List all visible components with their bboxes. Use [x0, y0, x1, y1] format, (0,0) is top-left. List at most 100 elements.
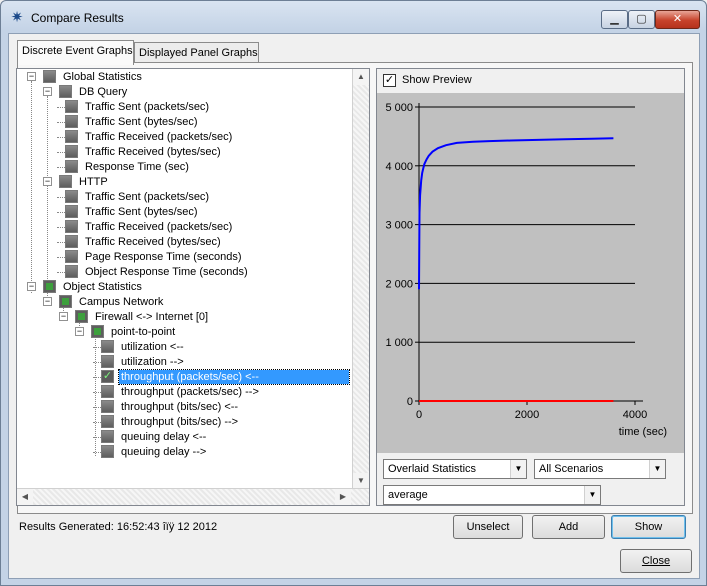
scroll-left-arrow-icon[interactable]: ◀: [17, 489, 33, 505]
window-title: Compare Results: [31, 11, 124, 25]
tree-label: Campus Network: [79, 296, 164, 308]
tree-label: throughput (bits/sec) <--: [121, 401, 239, 413]
tree-label: Traffic Sent (bytes/sec): [85, 116, 198, 128]
tree-horizontal-scrollbar[interactable]: ◀ ▶: [17, 488, 369, 505]
tree-checkbox[interactable]: [43, 70, 56, 83]
tree-checkbox[interactable]: [65, 190, 78, 203]
collapse-toggle[interactable]: −: [43, 87, 52, 96]
tree-line: [57, 257, 65, 258]
chevron-down-icon[interactable]: ▼: [510, 460, 526, 478]
tree-checkbox[interactable]: [65, 220, 78, 233]
series-line-0: [418, 137, 614, 290]
tree-label: Traffic Received (packets/sec): [85, 131, 233, 143]
tree-checkbox[interactable]: [43, 280, 56, 293]
tree-checkbox[interactable]: [101, 400, 114, 413]
scroll-up-arrow-icon[interactable]: ▲: [353, 69, 369, 85]
stat-mode-select[interactable]: Overlaid Statistics ▼: [383, 459, 527, 479]
tree-label: HTTP: [79, 176, 108, 188]
tree-checkbox[interactable]: [101, 415, 114, 428]
tree-checkbox[interactable]: [65, 145, 78, 158]
tree-checkbox[interactable]: [65, 100, 78, 113]
x-tick-label: 2000: [515, 409, 539, 421]
checked-box-icon[interactable]: ✓: [101, 370, 114, 383]
tree-label: Object Response Time (seconds): [85, 266, 248, 278]
filter-select[interactable]: average ▼: [383, 485, 601, 505]
chevron-down-icon[interactable]: ▼: [649, 460, 665, 478]
tree-checkbox[interactable]: [65, 160, 78, 173]
collapse-toggle[interactable]: −: [43, 177, 52, 186]
add-button[interactable]: Add: [532, 515, 605, 539]
results-generated-text: Results Generated: 16:52:43 îïÿ 12 2012: [19, 521, 218, 533]
show-preview-checkbox[interactable]: ✓: [383, 74, 396, 87]
tree-label: Global Statistics: [63, 71, 142, 83]
tree-checkbox[interactable]: [65, 250, 78, 263]
tree-line: [93, 437, 101, 438]
tree-checkbox[interactable]: [65, 115, 78, 128]
tab-discrete-event-graphs[interactable]: Discrete Event Graphs: [17, 40, 134, 65]
tree-line: [57, 197, 65, 198]
tree-checkbox[interactable]: [65, 265, 78, 278]
collapse-toggle[interactable]: −: [59, 312, 68, 321]
tree-line: [93, 407, 101, 408]
collapse-toggle[interactable]: −: [27, 282, 36, 291]
tree-checkbox[interactable]: [101, 430, 114, 443]
title-bar[interactable]: ✷ Compare Results ▁ ▢ ✕: [1, 1, 706, 33]
tree-checkbox[interactable]: [101, 340, 114, 353]
tree-checkbox[interactable]: [91, 325, 104, 338]
tree-label: DB Query: [79, 86, 128, 98]
unselect-button[interactable]: Unselect: [453, 515, 523, 539]
tree-label: queuing delay <--: [121, 431, 207, 443]
tree-line: [57, 227, 65, 228]
y-tick-label: 4 000: [385, 161, 413, 173]
tree-checkbox[interactable]: [59, 175, 72, 188]
tree-label: Traffic Received (bytes/sec): [85, 146, 221, 158]
tree-line: [93, 452, 101, 453]
show-preview-label: Show Preview: [402, 74, 472, 86]
close-window-button[interactable]: ✕: [655, 10, 700, 29]
scroll-down-arrow-icon[interactable]: ▼: [353, 473, 369, 489]
close-button[interactable]: Close: [620, 549, 692, 573]
tree-checkbox[interactable]: [59, 85, 72, 98]
tree-label: utilization -->: [121, 356, 184, 368]
tree-line: [47, 186, 48, 281]
collapse-toggle[interactable]: −: [43, 297, 52, 306]
tab-displayed-panel-graphs[interactable]: Displayed Panel Graphs: [134, 42, 259, 64]
show-button[interactable]: Show: [611, 515, 686, 539]
tree-label: throughput (packets/sec) -->: [121, 386, 259, 398]
collapse-toggle[interactable]: −: [75, 327, 84, 336]
tree-label: queuing delay -->: [121, 446, 207, 458]
tree-line: [57, 152, 65, 153]
tree-checkbox[interactable]: [101, 385, 114, 398]
tree-line: [47, 96, 48, 176]
scenarios-select[interactable]: All Scenarios ▼: [534, 459, 666, 479]
tree-line: [57, 212, 65, 213]
maximize-button[interactable]: ▢: [628, 10, 655, 29]
tree-line: [95, 336, 96, 456]
collapse-toggle[interactable]: −: [27, 72, 36, 81]
chevron-down-icon[interactable]: ▼: [584, 486, 600, 504]
statistics-tree[interactable]: − Global Statistics − DB Query − HTTP − …: [16, 68, 370, 506]
tree-line: [57, 107, 65, 108]
tree-checkbox[interactable]: [65, 130, 78, 143]
tree-line: [57, 242, 65, 243]
tree-checkbox[interactable]: [101, 355, 114, 368]
minimize-button[interactable]: ▁: [601, 10, 628, 29]
x-axis-label: time (sec): [619, 426, 667, 438]
tree-checkbox[interactable]: [59, 295, 72, 308]
tree-checkbox[interactable]: [75, 310, 88, 323]
tree-checkbox[interactable]: [65, 205, 78, 218]
tree-label: Page Response Time (seconds): [85, 251, 242, 263]
tree-label: point-to-point: [111, 326, 176, 338]
close-button-label: Close: [641, 555, 671, 567]
tree-line: [93, 347, 101, 348]
filter-value: average: [388, 489, 428, 501]
x-tick-label: 4000: [623, 409, 647, 421]
tree-label: Traffic Sent (packets/sec): [85, 191, 210, 203]
scroll-right-arrow-icon[interactable]: ▶: [335, 489, 351, 505]
tree-vertical-scrollbar[interactable]: ▲ ▼: [352, 69, 369, 489]
tree-label: Object Statistics: [63, 281, 142, 293]
tree-checkbox[interactable]: [65, 235, 78, 248]
tree-checkbox[interactable]: [101, 445, 114, 458]
tree-label: throughput (packets/sec) <--: [118, 369, 350, 385]
tree-label: Traffic Received (bytes/sec): [85, 236, 221, 248]
